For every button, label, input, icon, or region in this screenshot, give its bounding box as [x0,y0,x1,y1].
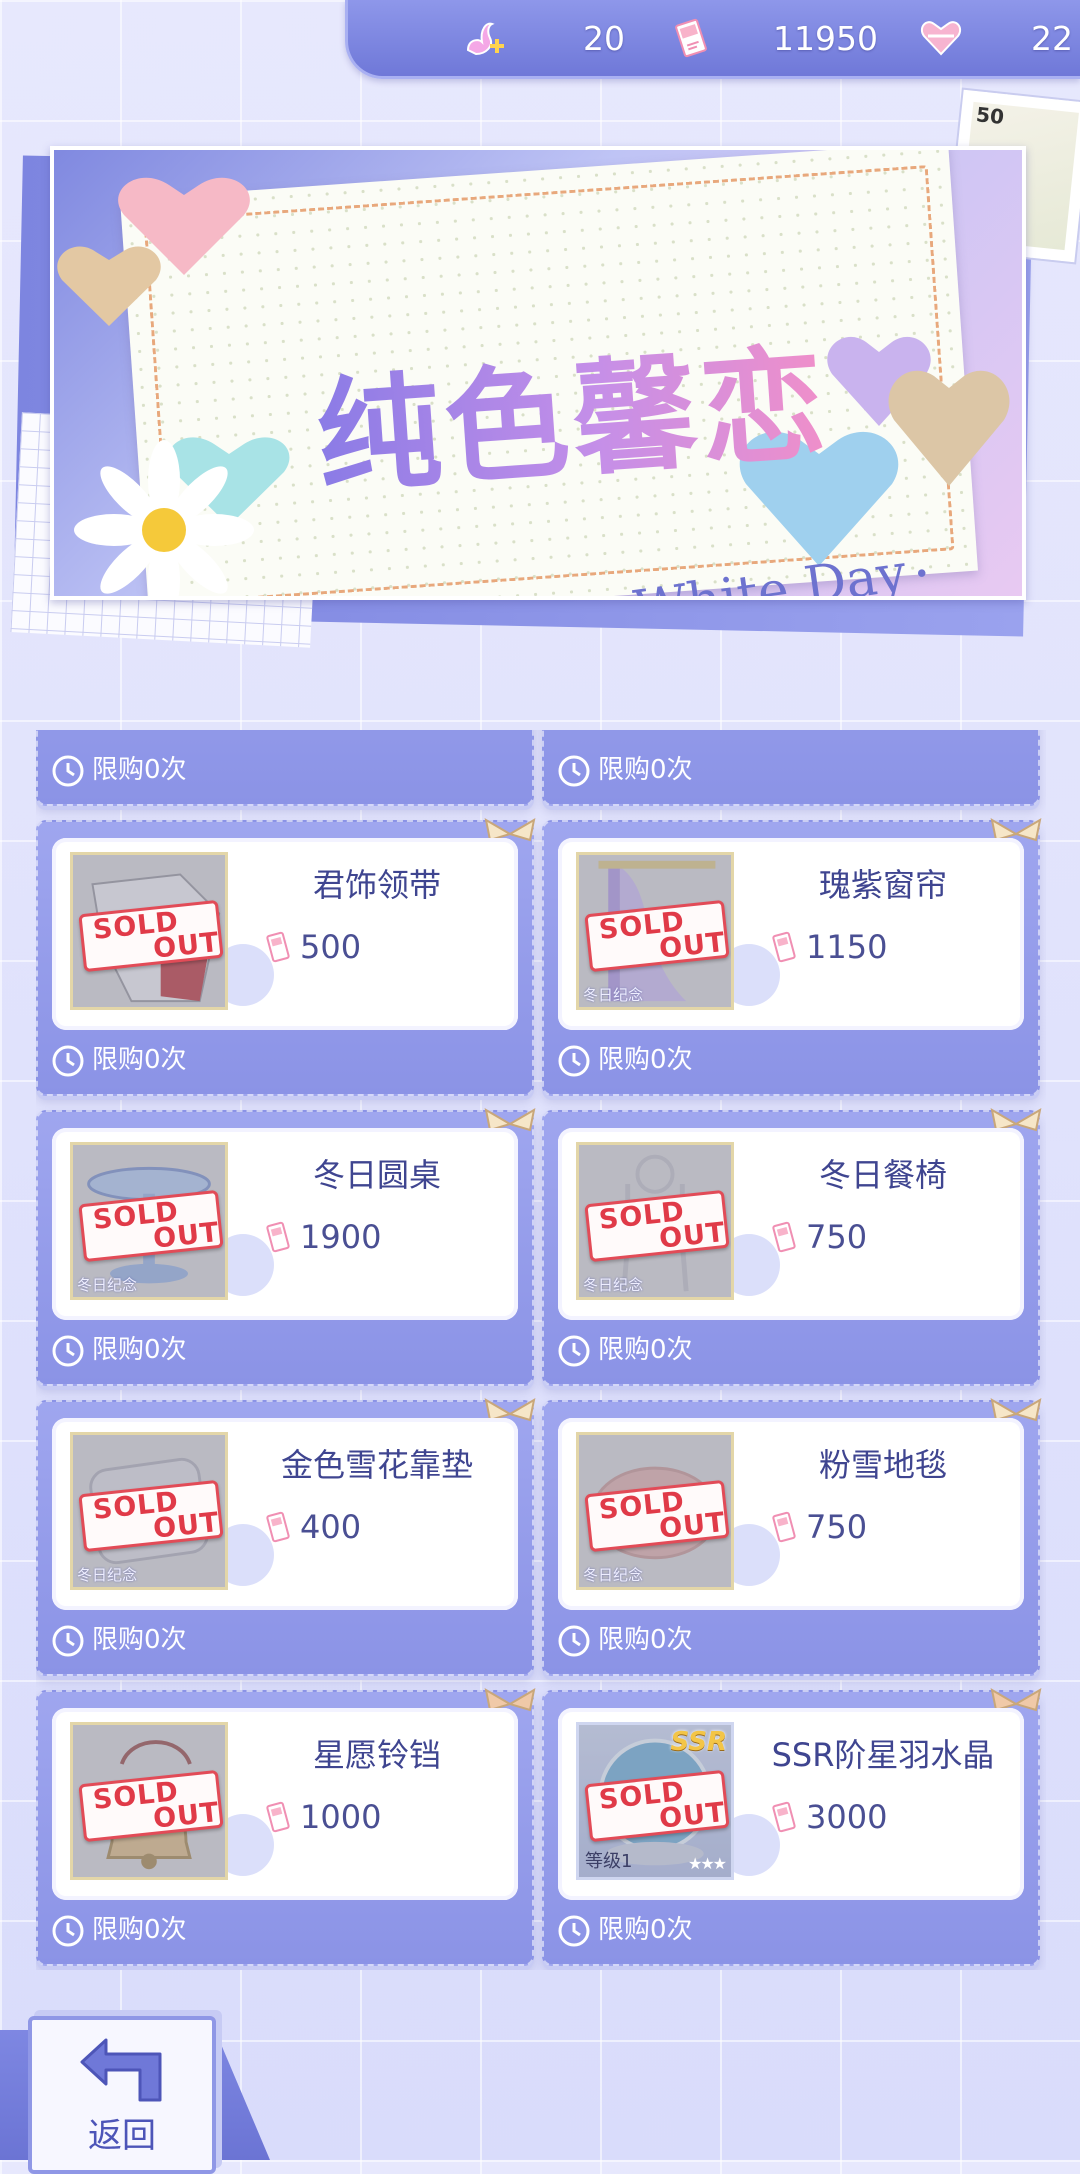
love-letter-ticket-icon [772,1801,796,1833]
item-name: 冬日圆桌 [312,1156,441,1194]
clock-icon [558,1045,590,1076]
currency-heart-value: 22 [1031,19,1073,58]
stamp-number: 50 [974,102,1006,130]
purchase-limit: 限购0次 [50,750,187,790]
item-price: 3000 [806,1798,888,1836]
item-name: SSR阶星羽水晶 [771,1736,995,1774]
shop-item-card[interactable]: 冬日纪念 SOLD OUT 冬日圆桌 1900 限购0次 [36,1108,536,1386]
clock-icon [52,1625,84,1656]
item-name: 粉雪地毯 [818,1446,947,1484]
purchase-limit: 限购0次 [556,1910,693,1950]
currency-heart: 22 [918,12,1073,64]
item-panel: SOLD OUT 君饰领带 500 [44,830,526,1038]
swan-plus-icon [466,22,504,56]
shop-item-card[interactable]: SSR 等级1 ★★★ SOLD OUT SSR阶星羽水晶 3000 限购0次 [542,1688,1042,1966]
tan-origami-heart-icon [57,246,161,326]
item-price: 400 [300,1508,362,1546]
purchase-limit: 限购0次 [50,1620,187,1660]
purchase-limit: 限购0次 [556,1620,693,1660]
clock-icon [558,755,590,786]
purchase-limit: 限购0次 [556,1040,693,1080]
item-tag: 冬日纪念 [77,1566,138,1584]
item-price: 1000 [300,1798,382,1836]
love-letter-ticket-icon [772,1511,796,1543]
item-price: 750 [806,1218,868,1256]
clock-icon [52,755,84,786]
item-thumbnail[interactable]: 冬日纪念 SOLD OUT [576,1432,734,1590]
love-letter-ticket-icon [675,18,707,58]
item-tag: 冬日纪念 [583,1566,644,1584]
clock-icon [558,1915,590,1946]
love-letter-ticket-icon [772,931,796,963]
love-letter-ticket-icon [266,1801,290,1833]
item-panel: 冬日纪念 SOLD OUT 冬日餐椅 750 [550,1120,1032,1328]
item-level: 等级1 [585,1851,633,1872]
clock-icon [558,1625,590,1656]
item-thumbnail[interactable]: 冬日纪念 SOLD OUT [70,1142,228,1300]
shop-item-card[interactable]: SOLD OUT 星愿铃铛 1000 限购0次 [36,1688,536,1966]
shop-item-card[interactable]: 冬日纪念 SOLD OUT 冬日餐椅 750 限购0次 [542,1108,1042,1386]
clock-icon [52,1045,84,1076]
banner-title: 纯色馨恋 [310,302,833,517]
shop-item-card[interactable]: 冬日纪念 SOLD OUT 金色雪花靠垫 400 限购0次 [36,1398,536,1676]
item-tag: 冬日纪念 [583,986,644,1004]
item-name: 瑰紫窗帘 [818,866,947,904]
item-panel: 冬日纪念 SOLD OUT 粉雪地毯 750 [550,1410,1032,1618]
clock-icon [52,1915,84,1946]
item-name: 冬日餐椅 [818,1156,947,1194]
currency-swan[interactable]: 20 [460,12,625,64]
clock-icon [52,1335,84,1366]
item-thumbnail[interactable]: 冬日纪念 SOLD OUT [576,1142,734,1300]
item-price: 1900 [300,1218,382,1256]
daisy-flower-icon [74,440,254,596]
item-thumbnail[interactable]: SOLD OUT [70,1722,228,1880]
item-thumbnail[interactable]: SSR 等级1 ★★★ SOLD OUT [576,1722,734,1880]
currency-letter: 11950 [668,12,878,64]
purchase-limit: 限购0次 [50,1910,187,1950]
item-panel: 冬日纪念 SOLD OUT 冬日圆桌 1900 [44,1120,526,1328]
shop-item-card[interactable]: 冬日纪念 SOLD OUT 瑰紫窗帘 1150 限购0次 [542,818,1042,1096]
purchase-limit: 限购0次 [556,1330,693,1370]
item-panel: SOLD OUT 星愿铃铛 1000 [44,1700,526,1908]
item-price: 1150 [806,928,888,966]
event-banner: 纯色馨恋 White Day [50,146,1026,600]
shop-item-card-partial[interactable]: 限购0次 [542,730,1040,806]
love-letter-ticket-icon [266,931,290,963]
currency-swan-value: 20 [583,19,625,58]
purchase-limit: 限购0次 [556,750,693,790]
item-name: 金色雪花靠垫 [280,1446,473,1484]
currency-letter-value: 11950 [773,19,878,58]
item-tag: 冬日纪念 [583,1276,644,1294]
item-thumbnail[interactable]: 冬日纪念 SOLD OUT [576,852,734,1010]
clock-icon [558,1335,590,1366]
item-price: 500 [300,928,362,966]
item-tag: 冬日纪念 [77,1276,138,1294]
star-rating-icon: ★★★ [687,1854,727,1873]
item-name: 君饰领带 [312,866,441,904]
shop-item-card-partial[interactable]: 限购0次 [36,730,534,806]
currency-bar: 20 11950 22 [345,0,1080,79]
back-button-label: 返回 [88,2116,156,2156]
purchase-limit: 限购0次 [50,1040,187,1080]
purchase-limit: 限购0次 [50,1330,187,1370]
love-letter-ticket-icon [772,1221,796,1253]
item-name: 星愿铃铛 [312,1736,441,1774]
love-letter-ticket-icon [266,1511,290,1543]
love-letter-ticket-icon [266,1221,290,1253]
item-thumbnail[interactable]: 冬日纪念 SOLD OUT [70,1432,228,1590]
item-panel: SSR 等级1 ★★★ SOLD OUT SSR阶星羽水晶 3000 [550,1700,1032,1908]
item-panel: 冬日纪念 SOLD OUT 瑰紫窗帘 1150 [550,830,1032,1038]
back-button[interactable]: 返回 [28,2016,216,2174]
beige-origami-heart-icon [888,370,1010,486]
shop-grid[interactable]: 限购0次 限购0次 SOLD OUT 君饰领带 500 限购0次 冬日纪念 SO… [36,730,1046,1970]
shop-item-card[interactable]: 冬日纪念 SOLD OUT 粉雪地毯 750 限购0次 [542,1398,1042,1676]
item-thumbnail[interactable]: SOLD OUT [70,852,228,1010]
heart-gift-icon [920,21,962,56]
item-panel: 冬日纪念 SOLD OUT 金色雪花靠垫 400 [44,1410,526,1618]
shop-item-card[interactable]: SOLD OUT 君饰领带 500 限购0次 [36,818,536,1096]
ssr-badge: SSR [670,1727,727,1757]
return-arrow-icon [80,2038,162,2102]
item-price: 750 [806,1508,868,1546]
